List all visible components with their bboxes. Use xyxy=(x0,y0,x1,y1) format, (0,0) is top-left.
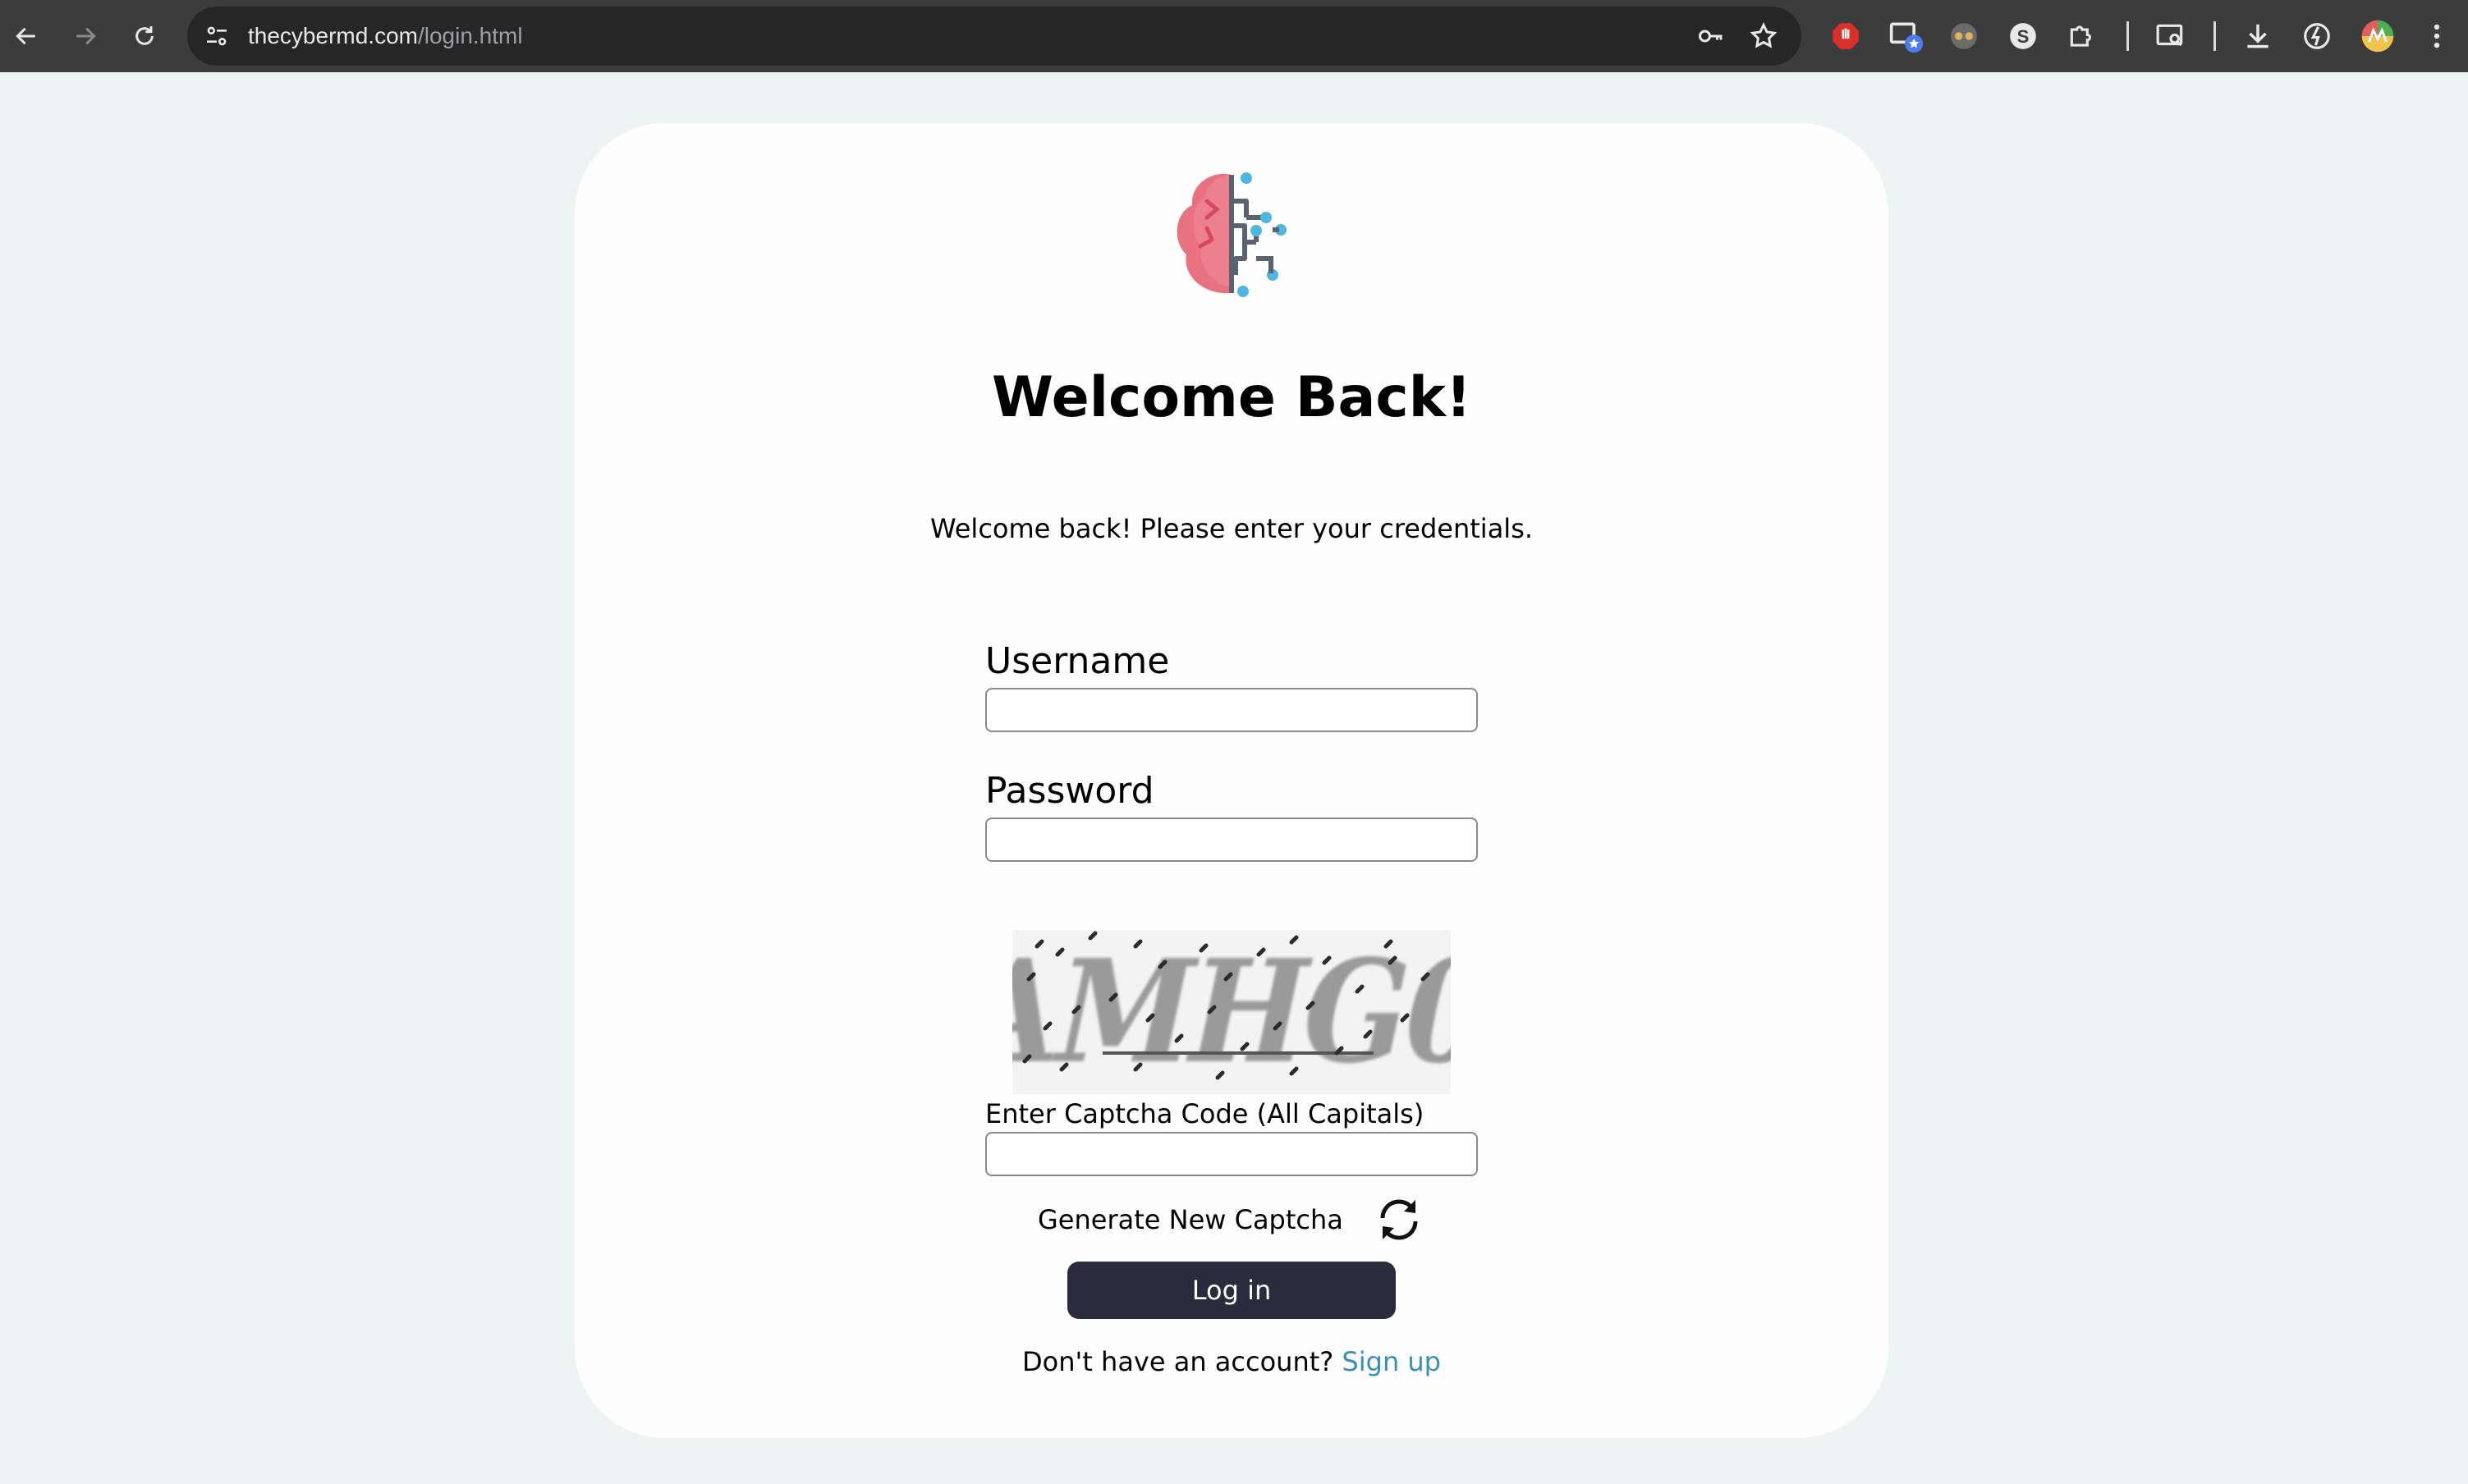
tab-search-icon[interactable] xyxy=(2153,18,2189,54)
back-icon[interactable] xyxy=(7,16,46,56)
download-icon[interactable] xyxy=(2240,18,2276,54)
site-settings-icon[interactable] xyxy=(204,23,230,49)
captcha-image: 2AMHG0X xyxy=(1012,930,1451,1094)
svg-text:S: S xyxy=(2017,26,2030,47)
browser-toolbar: thecybermd.com/login.html S xyxy=(0,0,2468,72)
spy-extension-icon[interactable] xyxy=(1946,18,1982,54)
extensions-icon[interactable] xyxy=(2064,18,2100,54)
page-subtitle: Welcome back! Please enter your credenti… xyxy=(929,513,1534,544)
refresh-icon[interactable] xyxy=(1373,1195,1425,1244)
username-label: Username xyxy=(985,640,1170,682)
signup-link[interactable]: Sign up xyxy=(1342,1346,1441,1377)
window-extension-icon[interactable] xyxy=(1888,18,1924,54)
signup-row: Don't have an account? Sign up xyxy=(575,1346,1888,1377)
menu-icon[interactable] xyxy=(2419,18,2455,54)
url-host: thecybermd.com xyxy=(248,23,418,48)
url-text[interactable]: thecybermd.com/login.html xyxy=(248,7,523,66)
bookmark-star-icon[interactable] xyxy=(1749,21,1778,51)
generate-captcha-label: Generate New Captcha xyxy=(1038,1204,1343,1235)
toolbar-separator xyxy=(2126,21,2129,51)
s-extension-icon[interactable]: S xyxy=(2005,18,2041,54)
username-input[interactable] xyxy=(985,688,1478,732)
login-button[interactable]: Log in xyxy=(1067,1262,1396,1319)
page-title: Welcome Back! xyxy=(992,365,1471,430)
reload-icon[interactable] xyxy=(125,16,164,56)
url-path: /login.html xyxy=(417,23,523,48)
captcha-label: Enter Captcha Code (All Capitals) xyxy=(985,1098,1424,1129)
forward-icon[interactable] xyxy=(66,16,105,56)
profile-avatar-icon[interactable] xyxy=(2360,18,2396,54)
captcha-noise xyxy=(1022,931,1430,1080)
address-bar[interactable]: thecybermd.com/login.html xyxy=(187,7,1801,66)
password-key-icon[interactable] xyxy=(1696,21,1726,51)
captcha-input[interactable] xyxy=(985,1132,1478,1176)
brain-logo-icon xyxy=(1177,172,1287,297)
adblock-extension-icon[interactable] xyxy=(1828,18,1864,54)
password-input[interactable] xyxy=(985,818,1478,862)
toolbar-separator xyxy=(2213,21,2216,51)
login-card xyxy=(575,123,1888,1438)
signup-prompt: Don't have an account? xyxy=(1022,1346,1342,1377)
performance-icon[interactable] xyxy=(2299,18,2335,54)
password-label: Password xyxy=(985,770,1154,812)
